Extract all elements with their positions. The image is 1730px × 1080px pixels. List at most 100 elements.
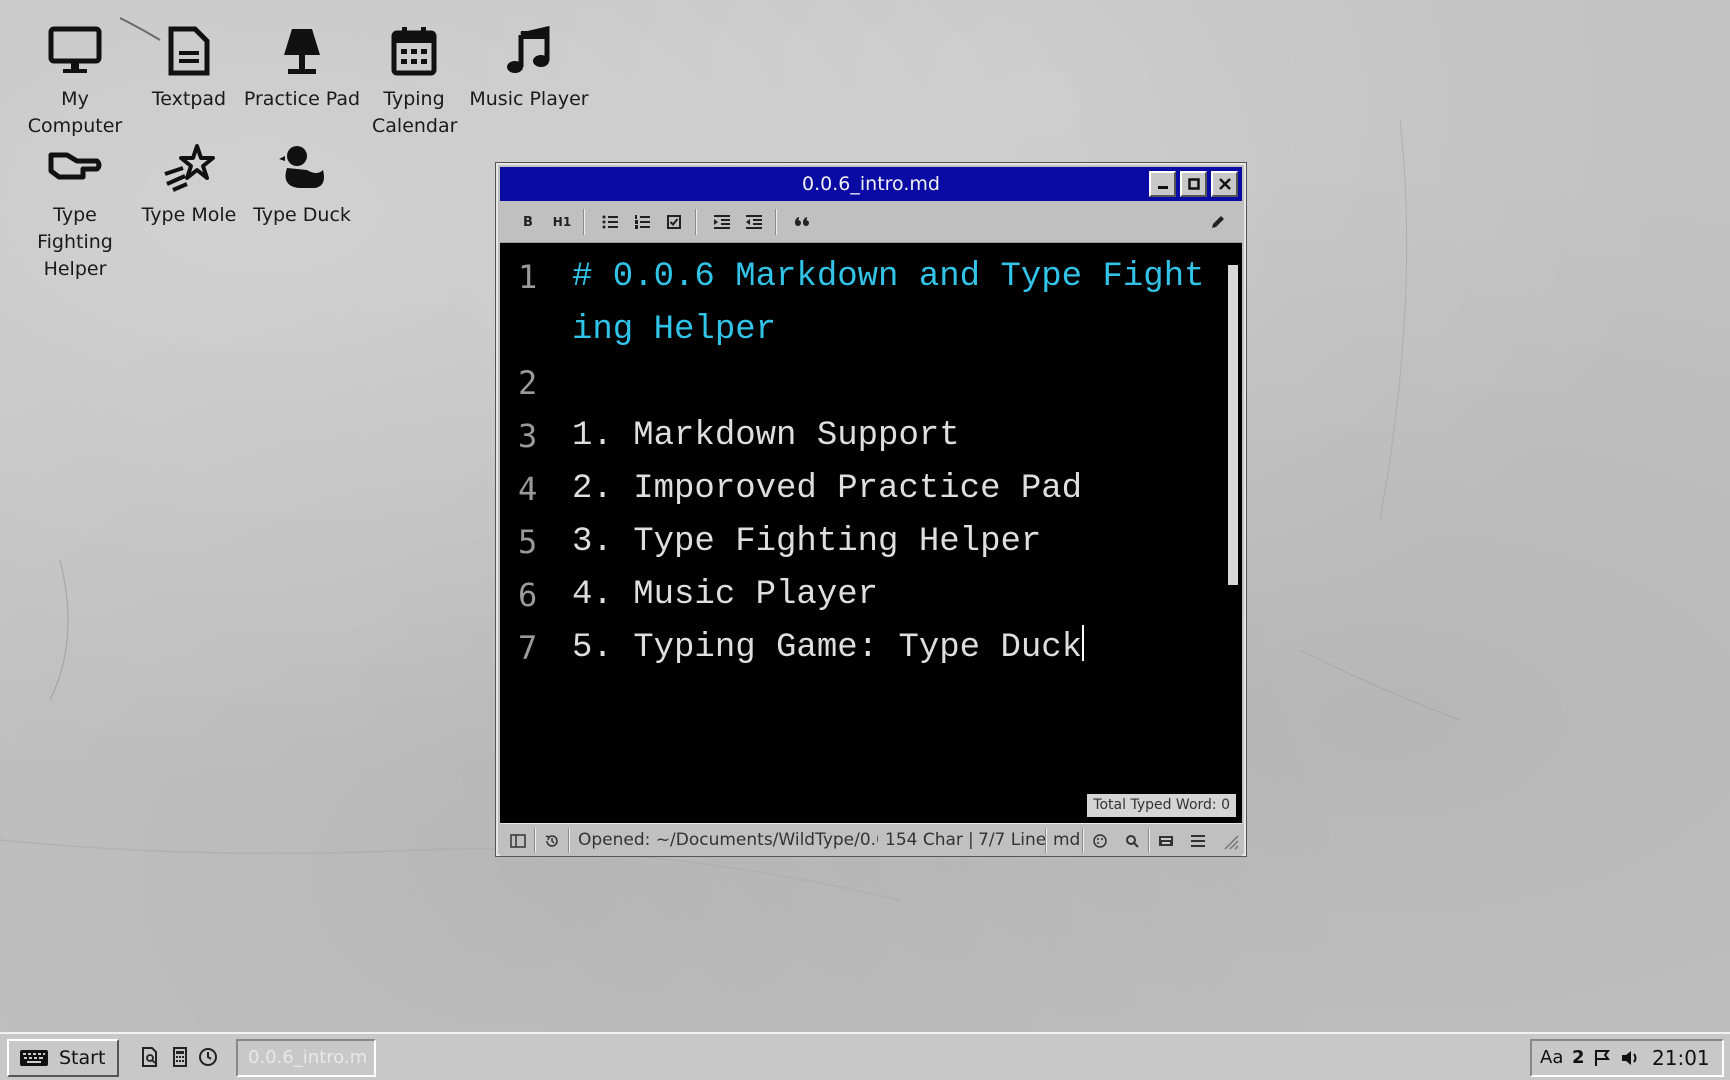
icon-label: Typing Calendar (372, 88, 458, 137)
menu-icon (1191, 834, 1205, 847)
bold-button[interactable]: B (514, 209, 542, 235)
desktop: My Computer Textpad Practice Pad Typing … (0, 0, 1730, 1032)
status-separator (568, 828, 570, 853)
desktop-icon-my-computer[interactable]: My Computer (16, 22, 134, 140)
outdent-icon (746, 215, 762, 229)
sidebar-toggle-button[interactable] (504, 828, 532, 853)
icon-label: My Computer (27, 88, 123, 137)
taskbar-window-button[interactable]: 0.0.6_intro.m (236, 1039, 376, 1077)
toolbar-separator (695, 209, 697, 235)
hand-icon (16, 138, 134, 196)
desktop-icon-music-player[interactable]: Music Player (469, 22, 589, 113)
line-text: 1. Markdown Support (572, 417, 960, 455)
input-language[interactable]: Aa (1540, 1041, 1563, 1075)
line-number: 2 (518, 364, 538, 402)
system-tray: Aa 2 21:01 (1530, 1039, 1724, 1077)
bullet-list-icon (602, 215, 618, 229)
resize-grip-icon (1224, 834, 1239, 850)
format-toolbar: B H1 (500, 201, 1242, 243)
text-cursor (1082, 625, 1085, 661)
checkbox-icon (667, 215, 681, 229)
workspace-number[interactable]: 2 (1572, 1041, 1585, 1075)
document-icon (130, 22, 248, 80)
checklist-button[interactable] (660, 209, 688, 235)
close-button[interactable] (1211, 171, 1238, 197)
history-icon (545, 834, 558, 847)
desktop-icon-practice-pad[interactable]: Practice Pad (243, 22, 361, 113)
line-text: # 0.0.6 Markdown and Type Fighting Helpe… (572, 258, 1205, 349)
quick-launch-calculator[interactable] (168, 1044, 192, 1070)
quick-launch-clock[interactable] (196, 1044, 220, 1070)
pencil-icon (1212, 216, 1224, 228)
duck-icon (243, 138, 361, 196)
palette-icon (1093, 833, 1107, 848)
line-number: 1 (518, 258, 538, 296)
desktop-icon-type-fighting-helper[interactable]: Type Fighting Helper (16, 138, 134, 283)
keyboard-button[interactable] (1152, 828, 1180, 853)
menu-button[interactable] (1184, 828, 1212, 853)
maximize-button[interactable] (1180, 171, 1207, 197)
bullet-list-button[interactable] (596, 209, 624, 235)
line-text: 3. Type Fighting Helper (572, 523, 1042, 561)
monitor-icon (16, 22, 134, 80)
clock-time[interactable]: 21:01 (1652, 1041, 1710, 1075)
line-number: 5 (518, 523, 538, 561)
quote-button[interactable] (788, 209, 816, 235)
line-number: 4 (518, 470, 538, 508)
icon-label: Type Mole (141, 204, 237, 226)
clock-icon (199, 1048, 217, 1066)
icon-label: Music Player (469, 88, 589, 110)
edit-mode-button[interactable] (1204, 209, 1232, 235)
markdown-editor[interactable]: 1 # 0.0.6 Markdown and Type Fighting Hel… (500, 243, 1242, 823)
close-icon (1218, 178, 1231, 190)
status-separator (1045, 828, 1047, 853)
vertical-scrollbar[interactable] (1228, 265, 1238, 585)
history-button[interactable] (538, 828, 566, 853)
theme-button[interactable] (1086, 828, 1114, 853)
sidebar-icon (510, 833, 526, 848)
title-bar[interactable]: 0.0.6_intro.md (500, 167, 1242, 201)
char-count: 154 Char (885, 830, 963, 850)
file-search-icon (142, 1047, 157, 1067)
line-content: 5. Typing Game: Type Duck (572, 622, 1218, 675)
opened-file-path: Opened: ~/Documents/WildType/0.0.6_ (578, 830, 878, 850)
desktop-icon-type-mole[interactable]: Type Mole (130, 138, 248, 229)
status-bar: Opened: ~/Documents/WildType/0.0.6_ 154 … (500, 823, 1242, 856)
flag-icon[interactable] (1594, 1041, 1610, 1075)
music-note-icon (469, 22, 589, 80)
status-divider: | (968, 830, 974, 850)
search-icon (1126, 834, 1139, 848)
minimize-button[interactable] (1149, 171, 1176, 197)
heading-button[interactable]: H1 (548, 209, 576, 235)
indent-icon (714, 215, 730, 229)
file-mode[interactable]: md (1053, 824, 1080, 857)
numbered-list-button[interactable] (628, 209, 656, 235)
lamp-icon (243, 22, 361, 80)
line-number: 7 (518, 629, 538, 667)
keyboard-icon (1159, 835, 1173, 846)
start-button[interactable]: Start (7, 1039, 119, 1077)
desktop-icon-textpad[interactable]: Textpad (130, 22, 248, 113)
toolbar-separator (775, 209, 777, 235)
calculator-icon (173, 1047, 187, 1067)
minimize-icon (1157, 186, 1168, 189)
line-text: 5. Typing Game: Type Duck (572, 629, 1083, 667)
typed-word-counter: Total Typed Word: 0 (1087, 794, 1236, 817)
window-title: 0.0.6_intro.md (802, 173, 940, 195)
shooting-star-icon (130, 138, 248, 196)
taskbar: Start 0.0.6_intro.m Aa 2 21:01 (0, 1032, 1730, 1080)
outdent-button[interactable] (740, 209, 768, 235)
quick-launch-search[interactable] (138, 1044, 162, 1070)
toolbar-separator (583, 209, 585, 235)
status-separator (534, 828, 536, 853)
volume-icon[interactable] (1620, 1041, 1640, 1075)
start-label: Start (59, 1047, 106, 1069)
desktop-icon-typing-calendar[interactable]: Typing Calendar (355, 22, 473, 140)
search-button[interactable] (1118, 828, 1146, 853)
indent-button[interactable] (708, 209, 736, 235)
desktop-icon-type-duck[interactable]: Type Duck (243, 138, 361, 229)
numbered-list-icon (635, 215, 650, 229)
line-number: 6 (518, 576, 538, 614)
status-separator (1082, 828, 1084, 853)
resize-handle[interactable] (1216, 828, 1244, 853)
